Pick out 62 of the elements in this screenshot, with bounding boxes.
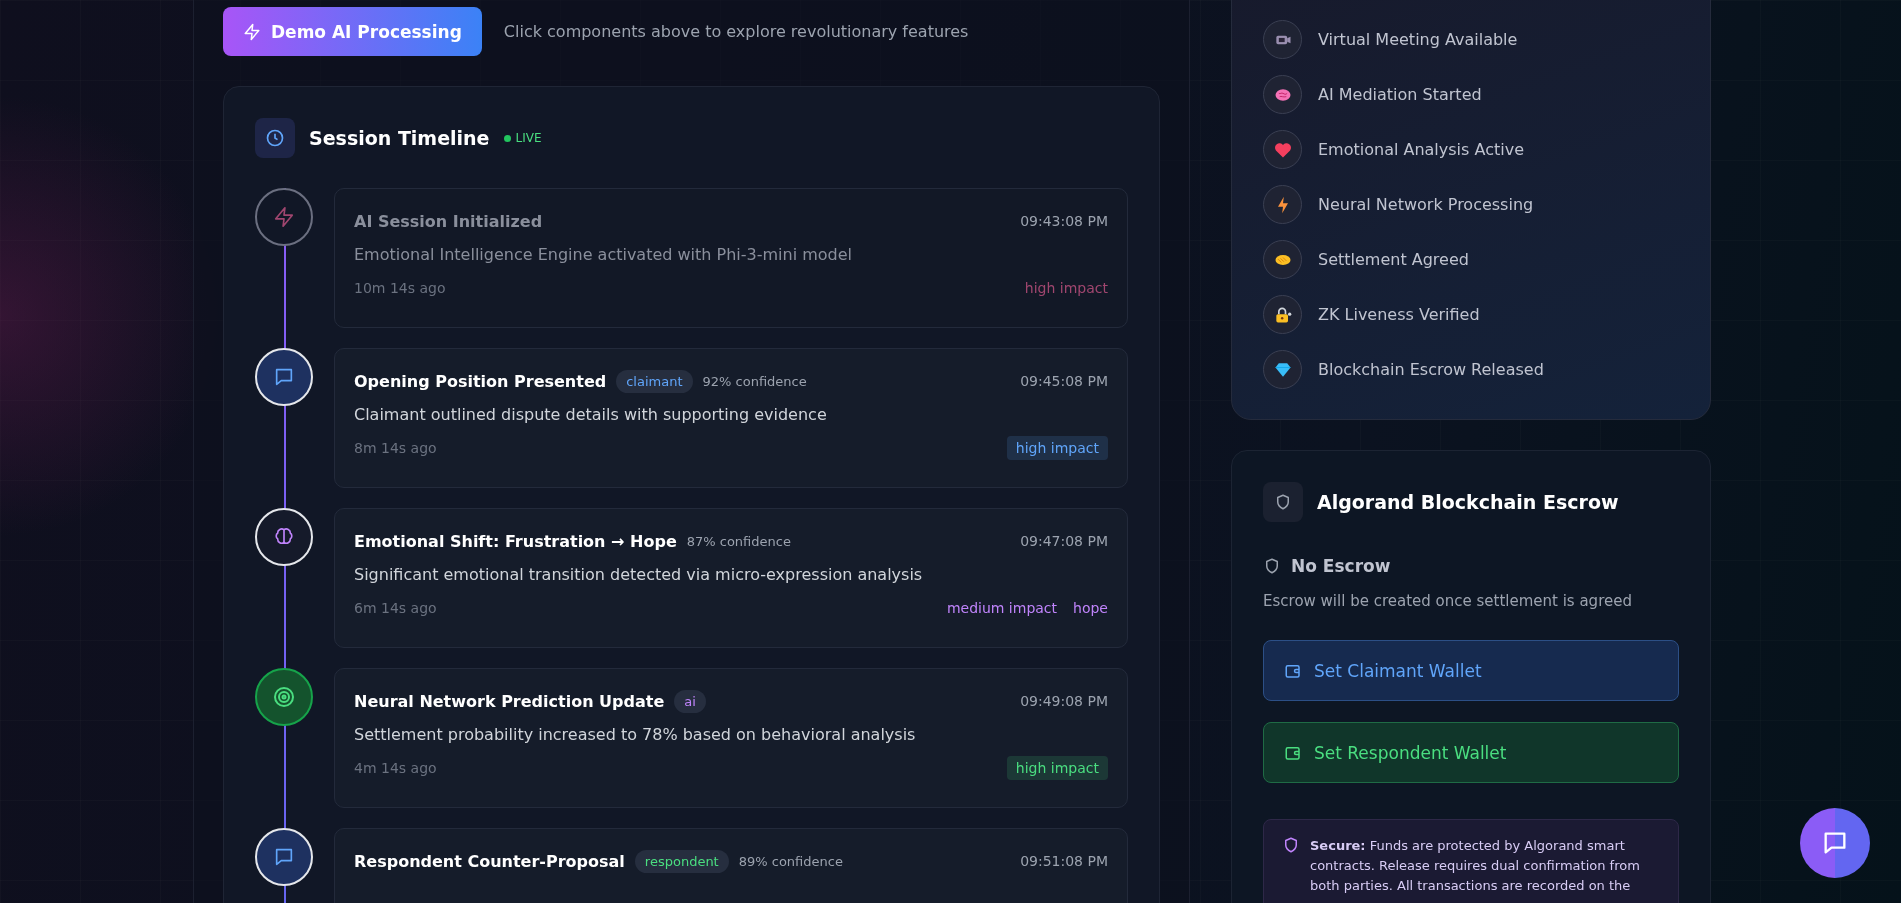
security-note-text: Secure: Funds are protected by Algorand smart contracts. Release requires dual confirmation from both parties. All transactions are recorded on the (1310, 837, 1641, 895)
event-time: 09:47:08 PM (1020, 533, 1108, 549)
event-time: 09:51:08 PM (1020, 853, 1108, 869)
lightning-icon (243, 22, 261, 41)
shield-icon (1263, 557, 1281, 575)
hint-text: Click components above to explore revolutionary features (503, 22, 969, 41)
milestone-label: Neural Network Processing (1318, 195, 1534, 214)
event-description: Claimant outlined dispute details with supporting evidence (354, 405, 828, 424)
chat-icon (273, 366, 295, 388)
time-ago: 6m 14s ago (354, 600, 437, 616)
escrow-status: No Escrow (1291, 556, 1391, 576)
event-time: 09:45:08 PM (1020, 373, 1108, 389)
milestone-label: Virtual Meeting Available (1318, 30, 1518, 49)
time-ago: 4m 14s ago (354, 760, 437, 776)
milestone-icon (1263, 295, 1302, 334)
event-title: Opening Position Presented (354, 371, 607, 391)
confidence-text: 87% confidence (686, 533, 791, 549)
event-description: Significant emotional transition detected via micro-expression analysis (354, 565, 924, 584)
milestone-icon (1263, 240, 1302, 279)
target-icon (272, 685, 296, 709)
clock-icon (255, 118, 295, 158)
milestone-icon (1263, 130, 1302, 169)
milestone-label: Emotional Analysis Active (1318, 140, 1524, 159)
milestone-label: ZK Liveness Verified (1318, 305, 1480, 324)
impact-tag: high impact (1006, 436, 1108, 460)
event-title: Respondent Counter-Proposal (354, 851, 625, 871)
shield-icon (1282, 836, 1300, 854)
shield-icon (1263, 482, 1303, 522)
milestone-label: Blockchain Escrow Released (1318, 360, 1544, 379)
demo-button[interactable]: Demo AI Processing (223, 7, 482, 56)
event-title: AI Session Initialized (354, 211, 543, 231)
event-title: Emotional Shift: Frustration → Hope (354, 531, 677, 551)
milestone-label: Settlement Agreed (1318, 250, 1469, 269)
event-title: Neural Network Prediction Update (354, 691, 665, 711)
escrow-title: Algorand Blockchain Escrow (1317, 491, 1619, 513)
milestone-icon (1263, 75, 1302, 114)
time-ago: 10m 14s ago (354, 280, 446, 296)
wallet-button[interactable]: Set Respondent Wallet (1263, 722, 1679, 783)
role-badge: claimant (616, 369, 693, 393)
role-badge: respondent (634, 849, 729, 873)
timeline-title: Session Timeline (309, 127, 490, 149)
event-time: 09:43:08 PM (1020, 213, 1108, 229)
chat-icon (273, 846, 295, 868)
impact-tag: high impact (1024, 276, 1108, 300)
time-ago: 8m 14s ago (354, 440, 437, 456)
milestone-icon (1263, 350, 1302, 389)
live-badge: LIVE (503, 131, 542, 145)
confidence-text: 92% confidence (702, 373, 807, 389)
milestone-icon (1263, 185, 1302, 224)
milestone-label: AI Mediation Started (1318, 85, 1482, 104)
role-badge: ai (674, 689, 706, 713)
escrow-description: Escrow will be created once settlement is agreed (1263, 592, 1633, 610)
event-description: Emotional Intelligence Engine activated with Phi-3-mini model (354, 245, 854, 264)
milestone-icon (1263, 20, 1302, 59)
impact-tag: high impact (1006, 756, 1108, 780)
wallet-button[interactable]: Set Claimant Wallet (1263, 640, 1679, 701)
event-time: 09:49:08 PM (1020, 693, 1108, 709)
lightning-icon (273, 206, 295, 228)
confidence-text: 89% confidence (738, 853, 843, 869)
event-description: Settlement probability increased to 78% based on behavioral analysis (354, 725, 917, 744)
impact-tag: medium impact (946, 596, 1058, 620)
impact-tag: hope (1073, 596, 1108, 620)
